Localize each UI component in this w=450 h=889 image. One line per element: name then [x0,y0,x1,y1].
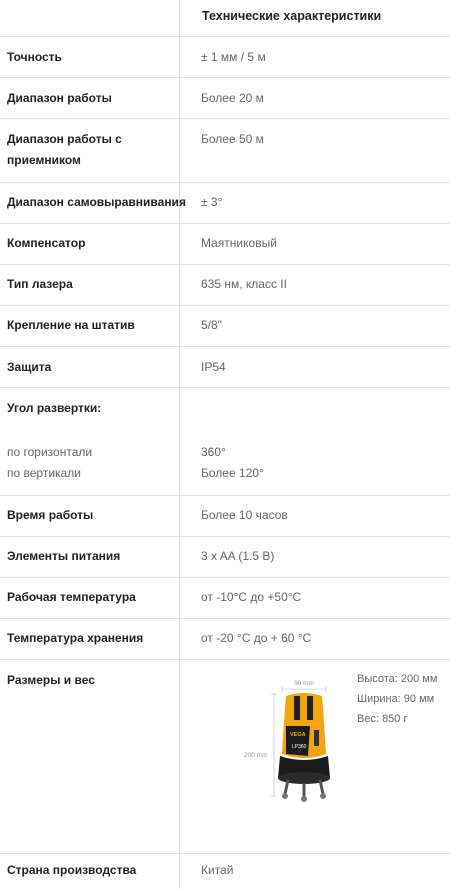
leg-foot [282,793,288,799]
column-divider [179,0,180,889]
row-label: Тип лазера [7,277,73,291]
table-header: Технические характеристики [202,9,382,23]
row-label: Точность [7,50,62,64]
row-value: Более 120° [201,466,264,480]
row-label: Элементы питания [7,549,121,563]
row-value: Более 20 м [201,91,264,105]
row-label: приемником [7,153,81,167]
row-divider [0,118,450,119]
row-divider [0,36,450,37]
base-rim [278,772,330,784]
row-value: 3 x AA (1.5 В) [201,549,275,563]
row-label: Рабочая температура [7,590,136,604]
row-divider [0,264,450,265]
row-divider [0,77,450,78]
row-value: Более 50 м [201,132,264,146]
row-value: ± 1 мм / 5 м [201,50,266,64]
row-label: Температура хранения [7,631,144,645]
row-divider [0,659,450,660]
row-label: Диапазон работы [7,91,112,105]
width-value: Ширина: 90 мм [357,693,435,705]
row-sublabel: по вертикали [7,466,81,480]
device-top [284,693,324,725]
row-value: Более 10 часов [201,508,288,522]
row-label: Диапазон самовыравнивания [7,195,186,209]
brand-logo: VEGA [290,732,306,738]
row-value: 5/8" [201,318,222,332]
row-label: Защита [7,360,52,374]
row-label: Диапазон работы с [7,132,122,146]
row-value: Китай [201,863,234,877]
row-divider [0,495,450,496]
height-value: Высота: 200 мм [357,673,438,685]
row-value: 635 нм, класс II [201,277,287,291]
leg-foot [320,793,326,799]
device-panel [286,726,310,756]
row-divider [0,223,450,224]
row-divider [0,346,450,347]
row-divider [0,618,450,619]
power-switch [314,730,319,746]
laser-window [294,696,300,720]
specs-table: Технические характеристики Точность ± 1 … [0,0,450,889]
row-value: ± 3° [201,195,223,209]
row-label: Время работы [7,508,94,522]
row-value: от -20 °C до + 60 °C [201,631,312,645]
row-sublabel: по горизонтали [7,445,93,459]
row-divider [0,182,450,183]
row-label: Страна производства [7,863,137,877]
model-label: LP360 [292,744,307,750]
figure-width-label: 90 mm [294,680,314,687]
row-label: Компенсатор [7,236,86,250]
row-label: Крепление на штатив [7,318,135,332]
row-divider [0,853,450,854]
weight-value: Вес: 850 г [357,713,408,725]
leg-foot [301,796,307,802]
row-divider [0,536,450,537]
figure-height-label: 200 mm [244,752,267,759]
row-label: Угол развертки: [7,401,102,415]
row-divider [0,305,450,306]
row-label: Размеры и вес [7,673,95,687]
laser-level-image: 90 mm 200 mm VEGA LP360 [244,680,330,802]
row-value: 360° [201,445,226,459]
row-divider [0,577,450,578]
row-value: от -10°C до +50°C [201,590,302,604]
row-value: IP54 [201,360,226,374]
dimensions-text: Высота: 200 мм Ширина: 90 мм Вес: 850 г [357,669,437,729]
laser-window [307,696,313,720]
row-divider [0,387,450,388]
row-value: Маятниковый [201,236,277,250]
